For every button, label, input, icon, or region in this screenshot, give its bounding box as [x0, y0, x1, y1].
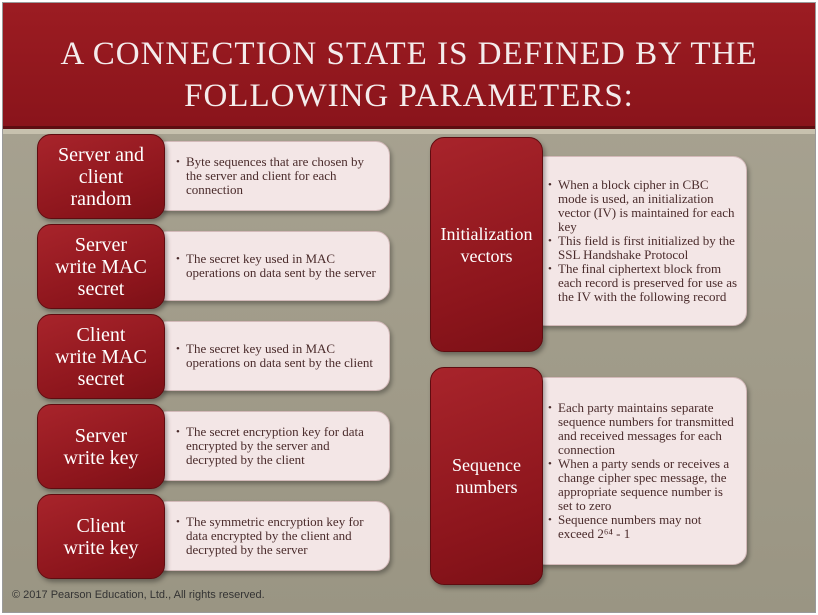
label-server-client-random: Server and client random — [37, 134, 165, 219]
bullet: Sequence numbers may not exceed 2⁶⁴ - 1 — [548, 513, 738, 541]
label-sequence-numbers: Sequence numbers — [430, 367, 543, 585]
bullet: Each party maintains separate sequence n… — [548, 401, 738, 457]
title-line-2: following parameters: — [184, 78, 634, 114]
title-banner: A connection state is defined by the fol… — [3, 3, 815, 129]
desc-sequence-numbers: Each party maintains separate sequence n… — [531, 377, 747, 565]
desc-server-write-mac-secret: The secret key used in MAC operations on… — [153, 231, 390, 301]
label-client-write-key: Client write key — [37, 494, 165, 579]
slide-title: A connection state is defined by the fol… — [23, 33, 795, 117]
title-line-1: A connection state is defined by the — [60, 36, 758, 72]
label-initialization-vectors: Initialization vectors — [430, 137, 543, 352]
desc-server-write-key: The secret encryption key for data encry… — [153, 411, 390, 481]
bullet: The symmetric encryption key for data en… — [176, 515, 379, 557]
bullet: The secret key used in MAC operations on… — [176, 252, 379, 280]
bullet: This field is first initialized by the S… — [548, 234, 738, 262]
bullet: The secret encryption key for data encry… — [176, 425, 379, 467]
copyright-footer: © 2017 Pearson Education, Ltd., All righ… — [12, 589, 265, 601]
bullet: The final ciphertext block from each rec… — [548, 262, 738, 304]
desc-initialization-vectors: When a block cipher in CBC mode is used,… — [531, 156, 747, 326]
desc-server-client-random: Byte sequences that are chosen by the se… — [153, 141, 390, 211]
bullet: The secret key used in MAC operations on… — [176, 342, 379, 370]
label-server-write-key: Server write key — [37, 404, 165, 489]
desc-client-write-key: The symmetric encryption key for data en… — [153, 501, 390, 571]
slide: A connection state is defined by the fol… — [2, 2, 816, 613]
label-client-write-mac-secret: Client write MAC secret — [37, 314, 165, 399]
bullet: When a block cipher in CBC mode is used,… — [548, 178, 738, 234]
label-server-write-mac-secret: Server write MAC secret — [37, 224, 165, 309]
bullet: Byte sequences that are chosen by the se… — [176, 155, 379, 197]
bullet: When a party sends or receives a change … — [548, 457, 738, 513]
desc-client-write-mac-secret: The secret key used in MAC operations on… — [153, 321, 390, 391]
